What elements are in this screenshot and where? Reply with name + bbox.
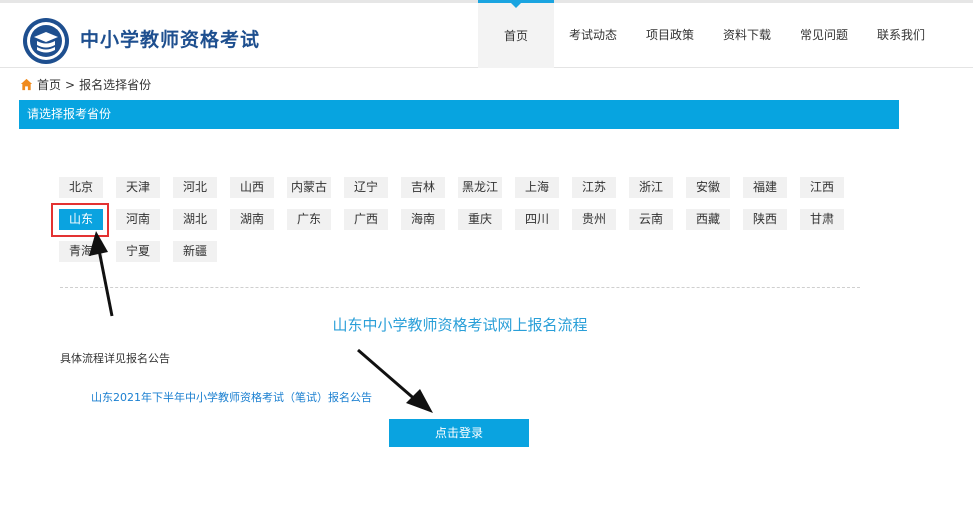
province-option[interactable]: 上海 bbox=[515, 177, 559, 198]
province-option[interactable]: 江苏 bbox=[572, 177, 616, 198]
province-option[interactable]: 青海 bbox=[59, 241, 103, 262]
breadcrumb-home-link[interactable]: 首页 bbox=[37, 76, 61, 93]
nav-item-contact[interactable]: 联系我们 bbox=[862, 0, 940, 68]
province-option[interactable]: 湖北 bbox=[173, 209, 217, 230]
breadcrumb-separator: > bbox=[65, 77, 76, 92]
province-option[interactable]: 河南 bbox=[116, 209, 160, 230]
province-option[interactable]: 宁夏 bbox=[116, 241, 160, 262]
nav-item-exam-news[interactable]: 考试动态 bbox=[554, 0, 632, 68]
breadcrumb: 首页 > 报名选择省份 bbox=[20, 76, 151, 93]
divider bbox=[60, 287, 860, 288]
breadcrumb-current: 报名选择省份 bbox=[79, 78, 152, 92]
main-nav: 首页 考试动态 项目政策 资料下载 常见问题 联系我们 bbox=[478, 0, 940, 68]
province-option[interactable]: 四川 bbox=[515, 209, 559, 230]
home-icon[interactable] bbox=[20, 78, 33, 91]
school-emblem-logo[interactable] bbox=[22, 17, 70, 65]
nav-item-downloads[interactable]: 资料下载 bbox=[708, 0, 786, 68]
province-option[interactable]: 江西 bbox=[800, 177, 844, 198]
province-option[interactable]: 北京 bbox=[59, 177, 103, 198]
top-header: 中小学教师资格考试 首页 考试动态 项目政策 资料下载 常见问题 联系我们 bbox=[0, 0, 973, 68]
nav-item-home[interactable]: 首页 bbox=[478, 0, 554, 68]
detail-note: 具体流程详见报名公告 bbox=[60, 352, 170, 365]
site-title: 中小学教师资格考试 bbox=[80, 29, 261, 51]
flow-title: 山东中小学教师资格考试网上报名流程 bbox=[332, 316, 588, 334]
province-option[interactable]: 云南 bbox=[629, 209, 673, 230]
province-option[interactable]: 陕西 bbox=[743, 209, 787, 230]
province-option[interactable]: 新疆 bbox=[173, 241, 217, 262]
province-option[interactable]: 山西 bbox=[230, 177, 274, 198]
province-option[interactable]: 海南 bbox=[401, 209, 445, 230]
province-option[interactable]: 湖南 bbox=[230, 209, 274, 230]
section-title-bar: 请选择报考省份 bbox=[19, 100, 899, 129]
login-button[interactable]: 点击登录 bbox=[389, 419, 529, 447]
nav-item-policy[interactable]: 项目政策 bbox=[632, 0, 708, 68]
province-option[interactable]: 广西 bbox=[344, 209, 388, 230]
province-option[interactable]: 辽宁 bbox=[344, 177, 388, 198]
province-option[interactable]: 甘肃 bbox=[800, 209, 844, 230]
province-option[interactable]: 浙江 bbox=[629, 177, 673, 198]
province-option[interactable]: 黑龙江 bbox=[458, 177, 502, 198]
province-option[interactable]: 内蒙古 bbox=[287, 177, 331, 198]
province-option[interactable]: 天津 bbox=[116, 177, 160, 198]
province-option[interactable]: 吉林 bbox=[401, 177, 445, 198]
selected-province-highlight bbox=[51, 203, 109, 237]
province-option[interactable]: 贵州 bbox=[572, 209, 616, 230]
province-option[interactable]: 重庆 bbox=[458, 209, 502, 230]
nav-item-faq[interactable]: 常见问题 bbox=[786, 0, 862, 68]
province-option[interactable]: 西藏 bbox=[686, 209, 730, 230]
province-option[interactable]: 广东 bbox=[287, 209, 331, 230]
province-option[interactable]: 安徽 bbox=[686, 177, 730, 198]
province-option[interactable]: 福建 bbox=[743, 177, 787, 198]
notice-link[interactable]: 山东2021年下半年中小学教师资格考试（笔试）报名公告 bbox=[91, 389, 372, 405]
province-option[interactable]: 河北 bbox=[173, 177, 217, 198]
